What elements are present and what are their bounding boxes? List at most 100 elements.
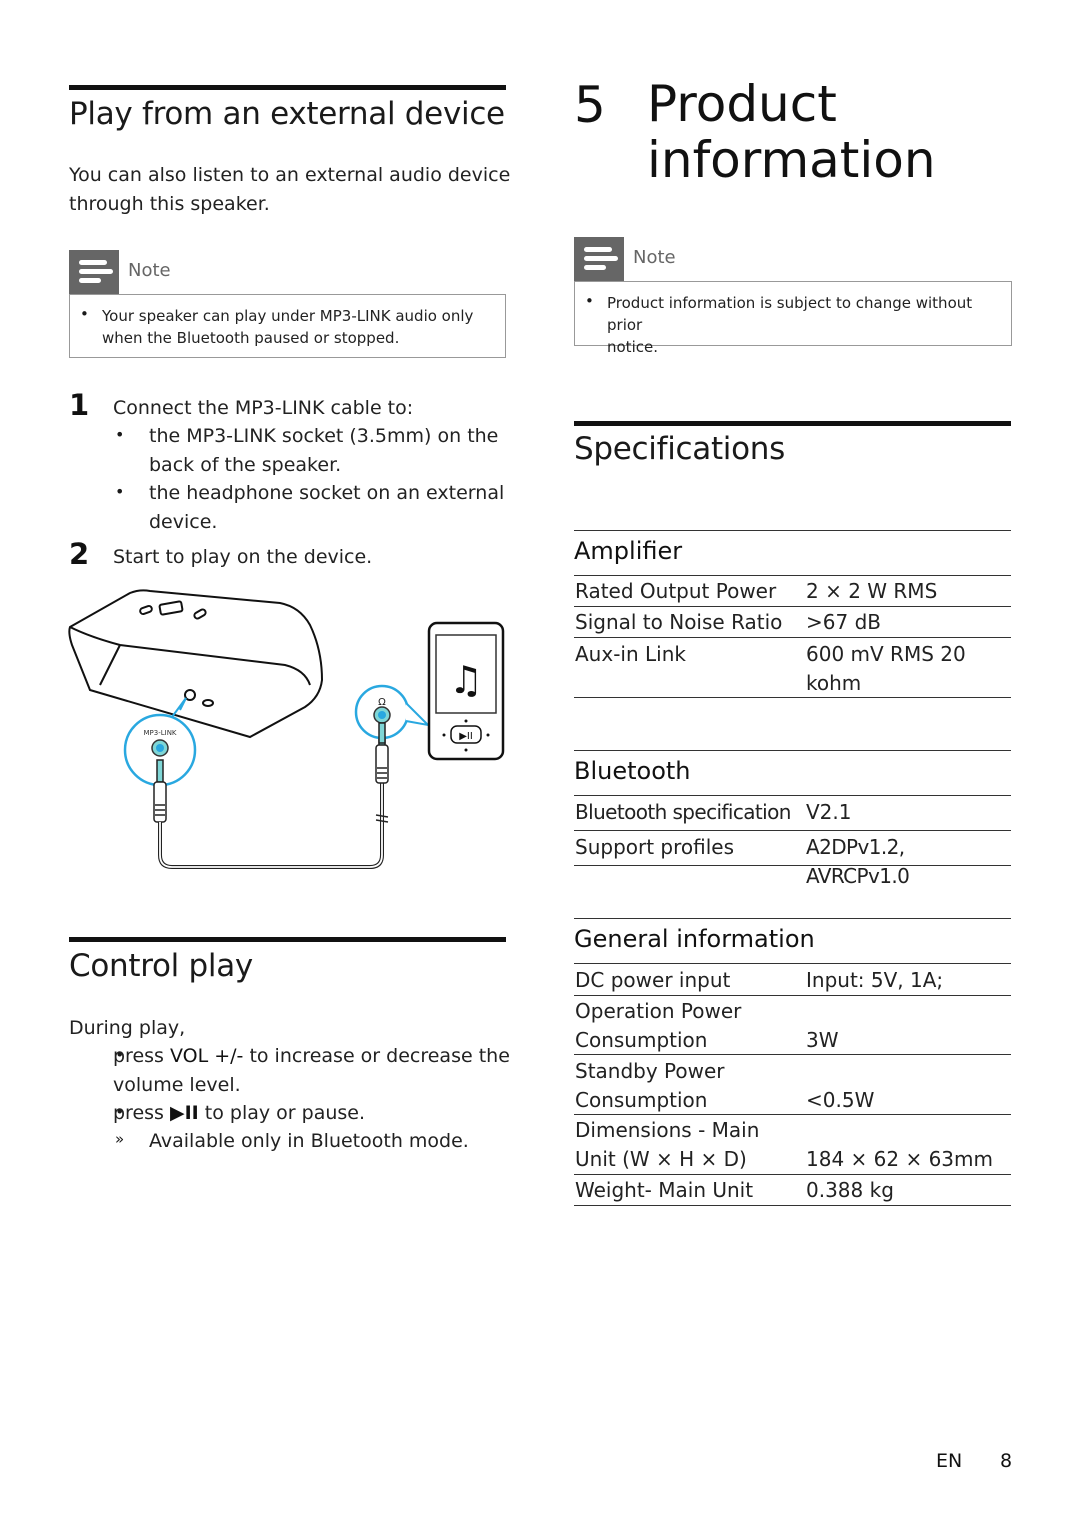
chapter-title-line: information <box>647 131 936 189</box>
note-header: Note <box>574 237 1011 281</box>
spec-row: Rated Output Power 2 × 2 W RMS <box>574 577 1011 607</box>
spec-value-line: kohm <box>806 671 862 695</box>
music-note-icon: ♫ <box>449 658 483 702</box>
divider <box>574 1174 1011 1175</box>
note-line: when the Bluetooth paused or stopped. <box>102 329 400 347</box>
note-line: Your speaker can play under MP3-LINK aud… <box>102 307 474 325</box>
spec-group-title: Bluetooth <box>574 757 691 785</box>
spec-row: Support profiles A2DPv1.2, AVRCPv1.0 <box>574 833 1011 888</box>
spec-row: Weight- Main Unit 0.388 kg <box>574 1176 1011 1206</box>
spec-group-title: Amplifier <box>574 537 683 565</box>
text: press <box>113 1102 170 1124</box>
spec-label: DC power input <box>575 968 731 992</box>
divider <box>574 1114 1011 1115</box>
spec-label: Rated Output Power <box>575 579 777 603</box>
spec-label: Bluetooth specification <box>575 800 791 824</box>
note-label: Note <box>633 247 676 268</box>
section-title-specifications: Specifications <box>574 431 785 467</box>
divider <box>574 1054 1011 1055</box>
section-title-play-external: Play from an external device <box>69 96 505 132</box>
mp3-link-label: MP3-LINK <box>143 729 176 737</box>
section-rule <box>69 937 506 942</box>
media-player-icon: ♫ ▶II <box>427 621 505 761</box>
spec-group-title: General information <box>574 925 815 953</box>
spec-value-line: 600 mV RMS 20 <box>806 642 966 666</box>
divider <box>574 1205 1011 1206</box>
sub-bullet-text: Available only in Bluetooth mode. <box>149 1130 469 1152</box>
bullet-line: back of the speaker. <box>149 454 342 476</box>
spec-value: Input: 5V, 1A; <box>806 968 944 992</box>
section-title-control-play: Control play <box>69 948 253 984</box>
footer-language: EN <box>936 1450 963 1472</box>
bullet: • <box>115 425 125 444</box>
spec-row: Aux-in Link 600 mV RMS 20 kohm <box>574 640 1011 698</box>
headphone-callout: Ω <box>354 684 431 744</box>
bullet-line: device. <box>149 511 218 533</box>
step-number: 1 <box>69 388 90 422</box>
spec-label: Operation Power Consumption <box>575 997 741 1055</box>
intro-line: You can also listen to an external audio… <box>69 164 511 186</box>
page-number: 8 <box>1000 1450 1013 1472</box>
spec-value: 2 × 2 W RMS <box>806 579 938 603</box>
intro-text: You can also listen to an external audio… <box>69 161 510 219</box>
text: to increase or decrease the <box>243 1045 510 1067</box>
spec-row: Dimensions - Main Unit (W × H × D) 184 ×… <box>574 1116 1011 1174</box>
step-number: 2 <box>69 537 90 571</box>
text: press <box>113 1045 170 1067</box>
note-text: Your speaker can play under MP3-LINK aud… <box>102 305 495 349</box>
note-icon <box>574 237 624 281</box>
chapter-title: Product information <box>647 76 936 188</box>
vol-key-label: VOL +/- <box>169 1045 244 1067</box>
note-icon <box>69 250 119 294</box>
bullet-line: the MP3-LINK socket (3.5mm) on the <box>149 425 499 447</box>
divider <box>574 963 1011 964</box>
note-box: • Your speaker can play under MP3-LINK a… <box>69 294 506 358</box>
spec-value: 600 mV RMS 20 kohm <box>806 640 966 698</box>
divider <box>574 995 1011 996</box>
spec-row: Bluetooth specification V2.1 <box>574 798 1011 830</box>
note-line: Product information is subject to change… <box>607 294 973 334</box>
note-text: Product information is subject to change… <box>607 292 1001 358</box>
note-header: Note <box>69 250 506 294</box>
play-pause-icon: ▶II <box>169 1102 199 1124</box>
spec-value: A2DPv1.2, AVRCPv1.0 <box>806 835 910 888</box>
spec-value: >67 dB <box>806 610 881 634</box>
control-bullet: press VOL +/- to increase or decrease th… <box>113 1042 510 1100</box>
bullet: • <box>80 305 89 323</box>
spec-label-line: Unit (W × H × D) <box>575 1147 747 1171</box>
text: to play or pause. <box>198 1102 366 1124</box>
divider <box>574 575 1011 576</box>
bullet-line: the headphone socket on an external <box>149 482 505 504</box>
step-bullet: the MP3-LINK socket (3.5mm) on the back … <box>149 422 498 480</box>
during-play-text: During play, <box>69 1017 186 1039</box>
divider <box>574 865 1011 866</box>
note-label: Note <box>128 260 171 281</box>
note-line: notice. <box>607 338 658 356</box>
divider <box>574 606 1011 607</box>
divider <box>574 697 1011 698</box>
spec-value: V2.1 <box>806 800 852 824</box>
spec-value: 184 × 62 × 63mm <box>806 1147 993 1171</box>
control-bullet: press ▶II to play or pause. <box>113 1099 365 1128</box>
spec-label: Aux-in Link <box>575 642 686 666</box>
control-bullet-line: volume level. <box>113 1074 241 1096</box>
divider <box>574 637 1011 638</box>
spec-row: Signal to Noise Ratio >67 dB <box>574 608 1011 638</box>
spec-row: DC power input Input: 5V, 1A; <box>574 966 1011 996</box>
spec-value: 0.388 kg <box>806 1178 894 1202</box>
note-box: • Product information is subject to chan… <box>574 281 1012 356</box>
connection-illustration: MP3-LINK Ω ♫ ▶II <box>68 589 505 869</box>
spec-label-line: Standby Power <box>575 1059 725 1083</box>
spec-label: Dimensions - Main Unit (W × H × D) <box>575 1116 759 1174</box>
play-pause-icon: ▶II <box>459 731 473 742</box>
section-rule <box>69 85 506 90</box>
spec-label: Support profiles <box>575 835 735 859</box>
divider <box>574 750 1011 751</box>
spec-label: Weight- Main Unit <box>575 1178 754 1202</box>
spec-row: Operation Power Consumption 3W <box>574 997 1011 1055</box>
divider <box>574 795 1011 796</box>
cable <box>158 770 384 869</box>
divider <box>574 830 1011 831</box>
divider <box>574 530 1011 531</box>
section-rule <box>574 421 1011 426</box>
